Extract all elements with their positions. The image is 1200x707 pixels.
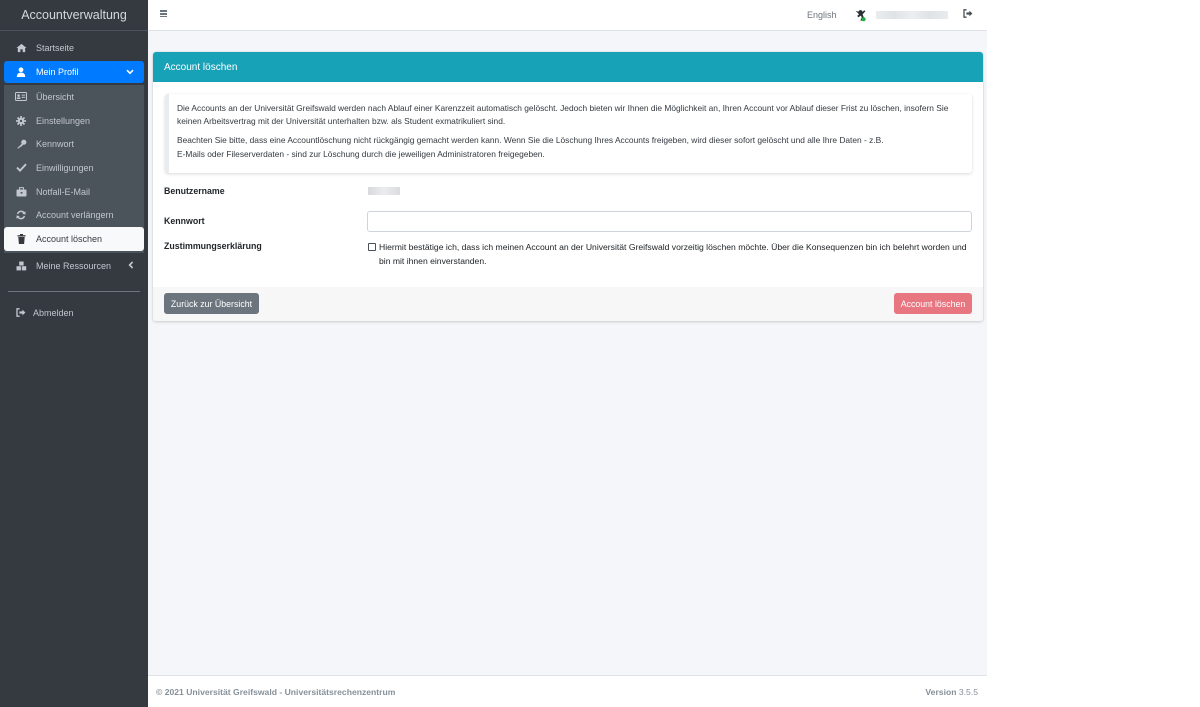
key-icon bbox=[14, 139, 28, 149]
info-paragraph-2-line-2: E-Mails oder Fileserverdaten - sind zur … bbox=[177, 148, 545, 159]
version-number: 3.5.5 bbox=[958, 687, 978, 697]
version-info: Version 3.5.5 bbox=[925, 687, 978, 697]
user-avatar-icon[interactable] bbox=[854, 9, 866, 22]
copyright-text: © 2021 Universität Greifswald - Universi… bbox=[156, 687, 396, 697]
info-paragraph-1: Die Accounts an der Universität Greifswa… bbox=[177, 103, 949, 127]
user-icon bbox=[14, 67, 28, 77]
brand-title[interactable]: Accountverwaltung bbox=[0, 0, 148, 31]
profile-submenu: Übersicht Einstellungen Kennwort Einwill… bbox=[4, 85, 144, 253]
sidebar-item-meine-ressourcen[interactable]: Meine Ressourcen bbox=[4, 255, 144, 277]
sidebar-item-mein-profil[interactable]: Mein Profil bbox=[4, 61, 144, 83]
briefcase-icon bbox=[14, 186, 28, 197]
sidebar-item-kennwort[interactable]: Kennwort bbox=[4, 132, 144, 156]
sidebar-item-einwilligungen[interactable]: Einwilligungen bbox=[4, 156, 144, 180]
sidebar-item-account-verlaengern[interactable]: Account verlängern bbox=[4, 203, 144, 227]
sidebar-item-label: Übersicht bbox=[36, 91, 75, 102]
version-label: Version bbox=[925, 687, 957, 697]
menu-toggle-icon[interactable] bbox=[160, 9, 170, 21]
info-callout: Die Accounts an der Universität Greifswa… bbox=[165, 94, 972, 173]
sidebar-item-label: Einwilligungen bbox=[36, 162, 94, 173]
sidebar-item-label: Notfall-E-Mail bbox=[36, 186, 91, 197]
gear-icon bbox=[14, 115, 28, 126]
language-switch[interactable]: English bbox=[807, 10, 837, 20]
check-icon bbox=[14, 163, 28, 173]
sidebar-item-notfall-email[interactable]: Notfall-E-Mail bbox=[4, 180, 144, 204]
sidebar: Accountverwaltung Startseite Mein Profil… bbox=[0, 0, 148, 707]
top-navbar: English bbox=[148, 0, 987, 31]
chevron-down-icon bbox=[126, 67, 134, 77]
user-name-redacted bbox=[876, 11, 948, 19]
delete-account-card: Account löschen Die Accounts an der Univ… bbox=[153, 52, 983, 321]
username-value-redacted bbox=[368, 187, 400, 195]
info-paragraph-2: Beachten Sie bitte, dass eine Accountlös… bbox=[177, 134, 962, 160]
consent-checkbox[interactable] bbox=[368, 243, 376, 251]
sidebar-item-abmelden[interactable]: Abmelden bbox=[4, 302, 144, 324]
page-footer: © 2021 Universität Greifswald - Universi… bbox=[148, 675, 987, 707]
main-content: English Account löschen Die Accounts an … bbox=[148, 0, 987, 707]
refresh-icon bbox=[14, 210, 28, 220]
sidebar-item-label: Kennwort bbox=[36, 139, 75, 150]
sign-out-icon bbox=[14, 308, 28, 318]
cubes-icon bbox=[14, 261, 28, 271]
username-label: Benutzername bbox=[164, 186, 225, 196]
home-icon bbox=[14, 43, 28, 53]
sidebar-item-label: Abmelden bbox=[33, 307, 74, 318]
sidebar-item-label: Meine Ressourcen bbox=[36, 260, 112, 271]
sidebar-nav: Startseite Mein Profil Übersicht Einstel… bbox=[0, 31, 148, 324]
info-paragraph-2-line-1: Beachten Sie bitte, dass eine Accountlös… bbox=[177, 135, 884, 146]
sidebar-item-einstellungen[interactable]: Einstellungen bbox=[4, 109, 144, 133]
sidebar-item-label: Startseite bbox=[36, 43, 75, 53]
sidebar-divider bbox=[8, 290, 140, 292]
blank-margin bbox=[987, 0, 1200, 707]
consent-text: Hiermit bestätige ich, dass ich meinen A… bbox=[379, 242, 967, 266]
sidebar-item-label: Account löschen bbox=[36, 233, 103, 244]
logout-icon[interactable] bbox=[963, 9, 973, 21]
sidebar-item-label: Einstellungen bbox=[36, 115, 91, 126]
card-title: Account löschen bbox=[153, 52, 983, 82]
delete-account-button[interactable]: Account löschen bbox=[894, 293, 972, 314]
sidebar-item-account-loeschen[interactable]: Account löschen bbox=[4, 227, 144, 251]
password-input[interactable] bbox=[367, 211, 972, 232]
consent-label: Zustimmungserklärung bbox=[164, 241, 262, 251]
sidebar-item-label: Mein Profil bbox=[36, 67, 79, 77]
card-footer: Zurück zur Übersicht Account löschen bbox=[153, 287, 983, 321]
sidebar-item-uebersicht[interactable]: Übersicht bbox=[4, 85, 144, 109]
id-card-icon bbox=[14, 92, 28, 102]
back-to-overview-button[interactable]: Zurück zur Übersicht bbox=[164, 293, 259, 314]
sidebar-item-startseite[interactable]: Startseite bbox=[4, 37, 144, 59]
password-label: Kennwort bbox=[164, 216, 205, 226]
trash-icon bbox=[14, 233, 28, 244]
chevron-left-icon bbox=[128, 261, 134, 271]
sidebar-item-label: Account verlängern bbox=[36, 210, 114, 221]
